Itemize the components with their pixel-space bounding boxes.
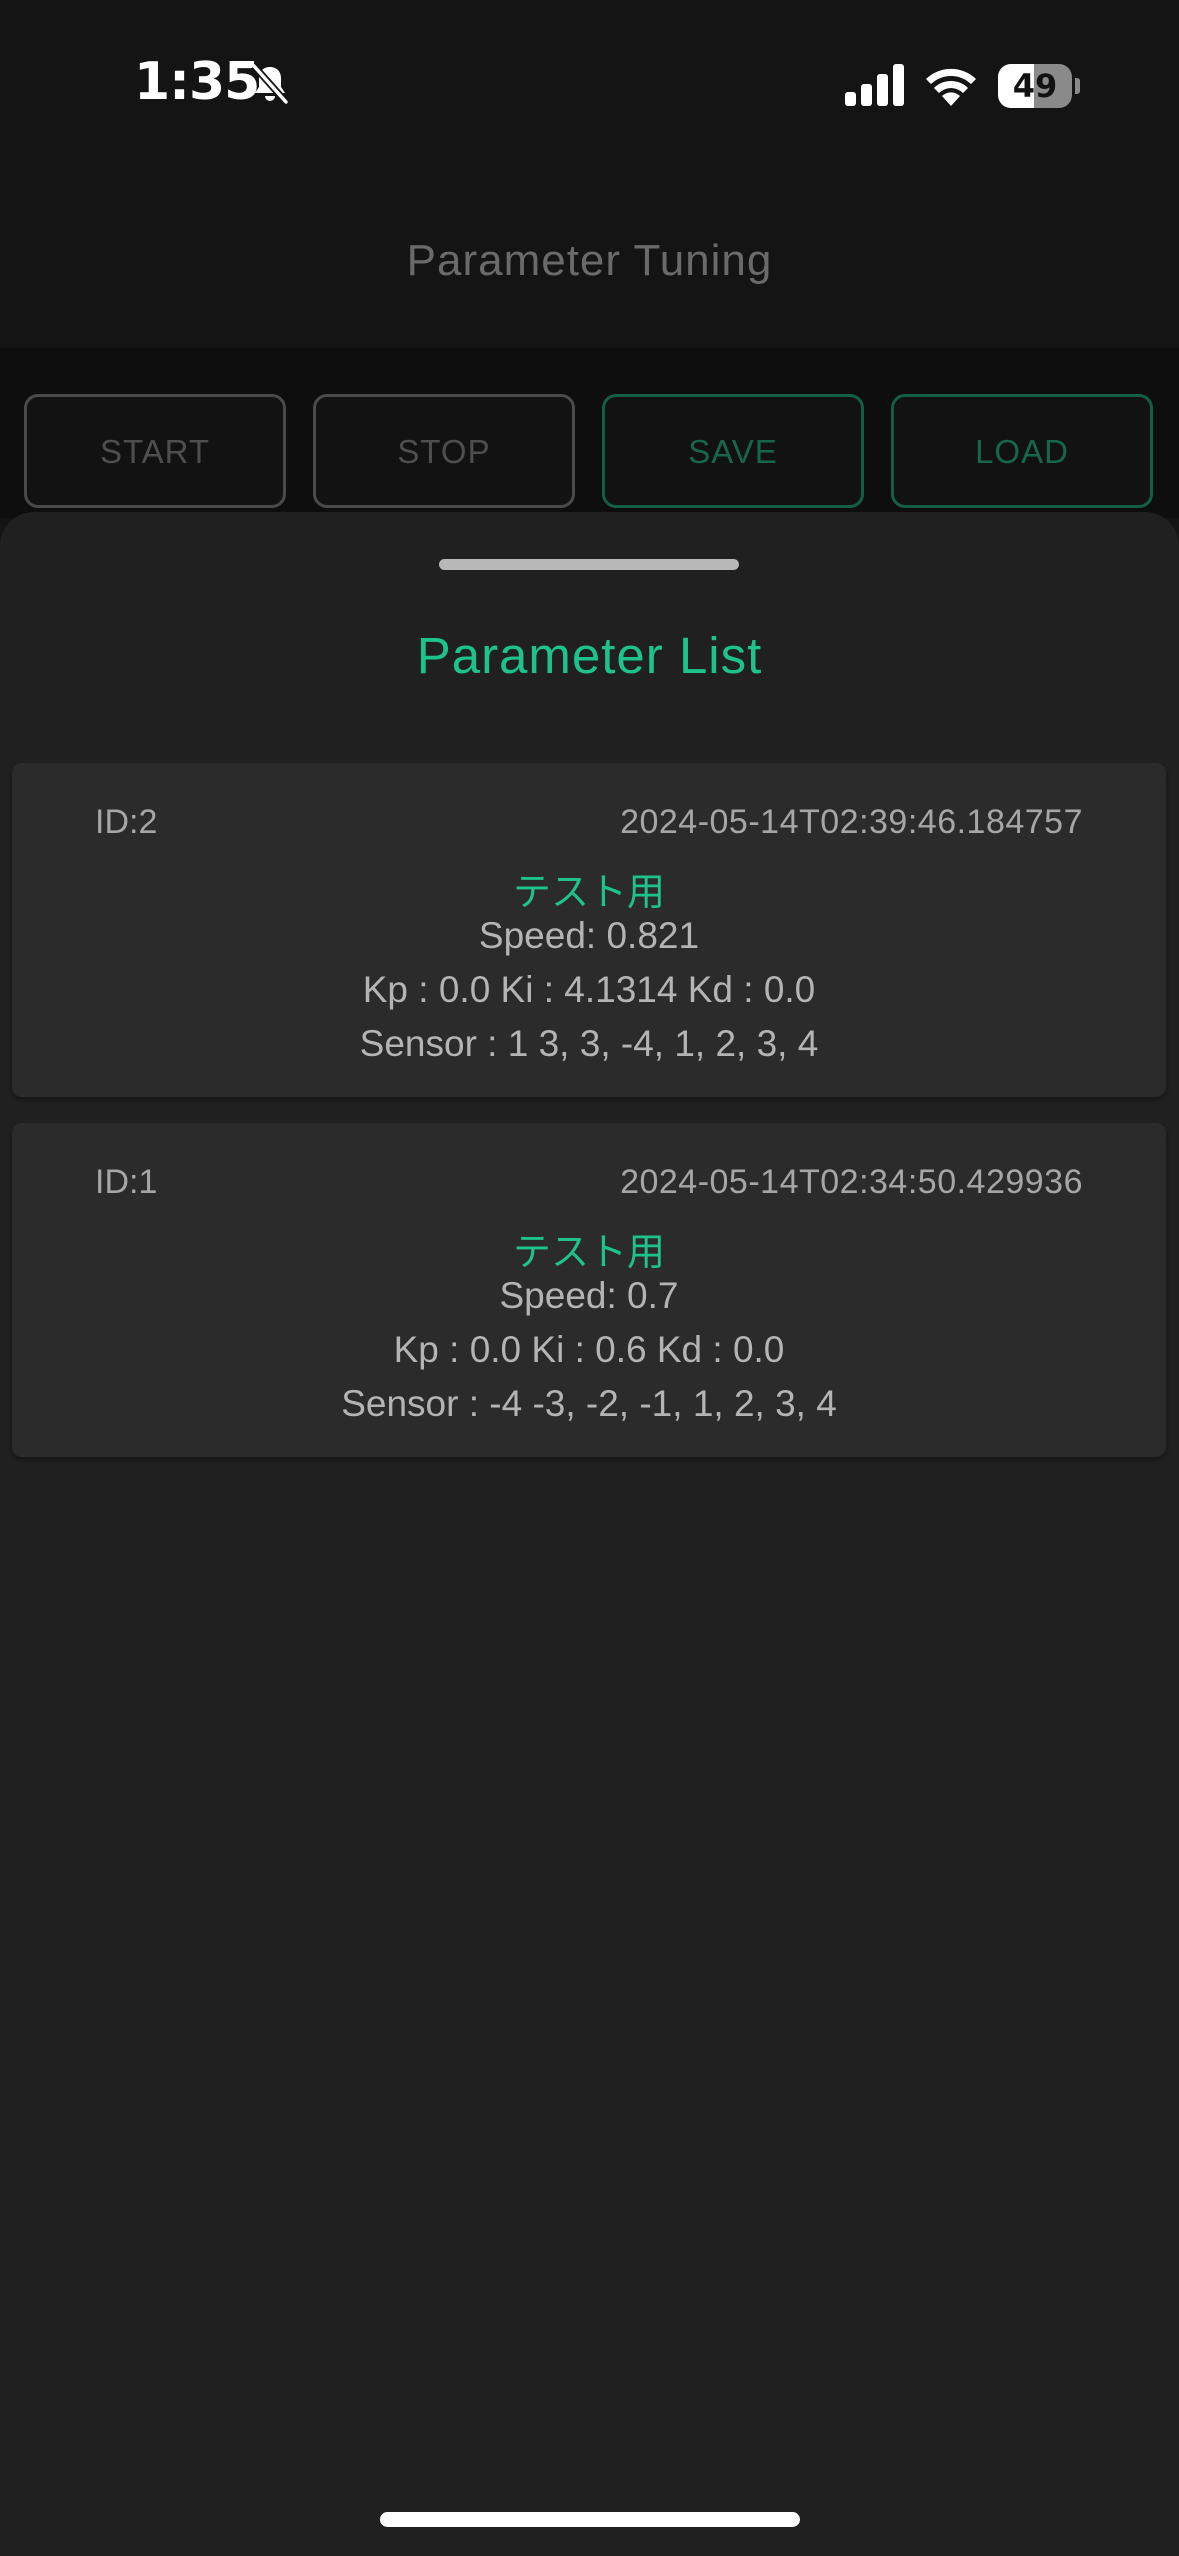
parameter-list-sheet: Parameter List ID:2 2024-05-14T02:39:46.…	[0, 512, 1179, 2556]
parameter-card[interactable]: ID:1 2024-05-14T02:34:50.429936 テスト用 Spe…	[12, 1123, 1166, 1457]
control-toolbar: START STOP SAVE LOAD	[0, 348, 1179, 518]
screen: 1:35 49 Parameter Tuning START STOP SAVE…	[0, 0, 1179, 2556]
stop-button[interactable]: STOP	[313, 394, 575, 508]
battery-body: 49	[998, 64, 1072, 108]
bell-slash-icon	[251, 63, 289, 105]
cellular-signal-icon	[845, 64, 904, 106]
battery-level: 49	[1012, 67, 1058, 105]
save-button[interactable]: SAVE	[602, 394, 864, 508]
app-bar: Parameter Tuning	[0, 150, 1179, 348]
sheet-drag-handle[interactable]	[439, 559, 739, 570]
parameter-pid-gains: Kp : 0.0 Ki : 4.1314 Kd : 0.0	[362, 969, 816, 1010]
parameter-tag: テスト用	[512, 1232, 665, 1274]
sheet-title: Parameter List	[416, 627, 763, 684]
wifi-icon	[926, 68, 976, 106]
parameter-tag: テスト用	[512, 872, 665, 914]
battery-cap	[1075, 78, 1080, 94]
parameter-id: ID:1	[95, 1163, 158, 1201]
parameter-sensor-weights: Sensor : -4 -3, -2, -1, 1, 2, 3, 4	[341, 1383, 837, 1424]
status-time: 1:35	[134, 52, 260, 112]
start-button[interactable]: START	[24, 394, 286, 508]
parameter-sensor-weights: Sensor : 1 3, 3, -4, 1, 2, 3, 4	[359, 1023, 819, 1064]
parameter-speed: Speed: 0.7	[499, 1275, 679, 1316]
load-button[interactable]: LOAD	[891, 394, 1153, 508]
home-indicator[interactable]	[380, 2512, 800, 2527]
parameter-speed: Speed: 0.821	[478, 915, 700, 956]
parameter-pid-gains: Kp : 0.0 Ki : 0.6 Kd : 0.0	[393, 1329, 785, 1370]
battery-icon: 49	[998, 64, 1080, 108]
parameter-id: ID:2	[95, 803, 158, 841]
parameter-card[interactable]: ID:2 2024-05-14T02:39:46.184757 テスト用 Spe…	[12, 763, 1166, 1097]
status-bar: 1:35 49	[0, 0, 1179, 150]
parameter-timestamp: 2024-05-14T02:34:50.429936	[620, 1163, 1083, 1201]
page-title: Parameter Tuning	[406, 236, 773, 285]
parameter-timestamp: 2024-05-14T02:39:46.184757	[620, 803, 1083, 841]
